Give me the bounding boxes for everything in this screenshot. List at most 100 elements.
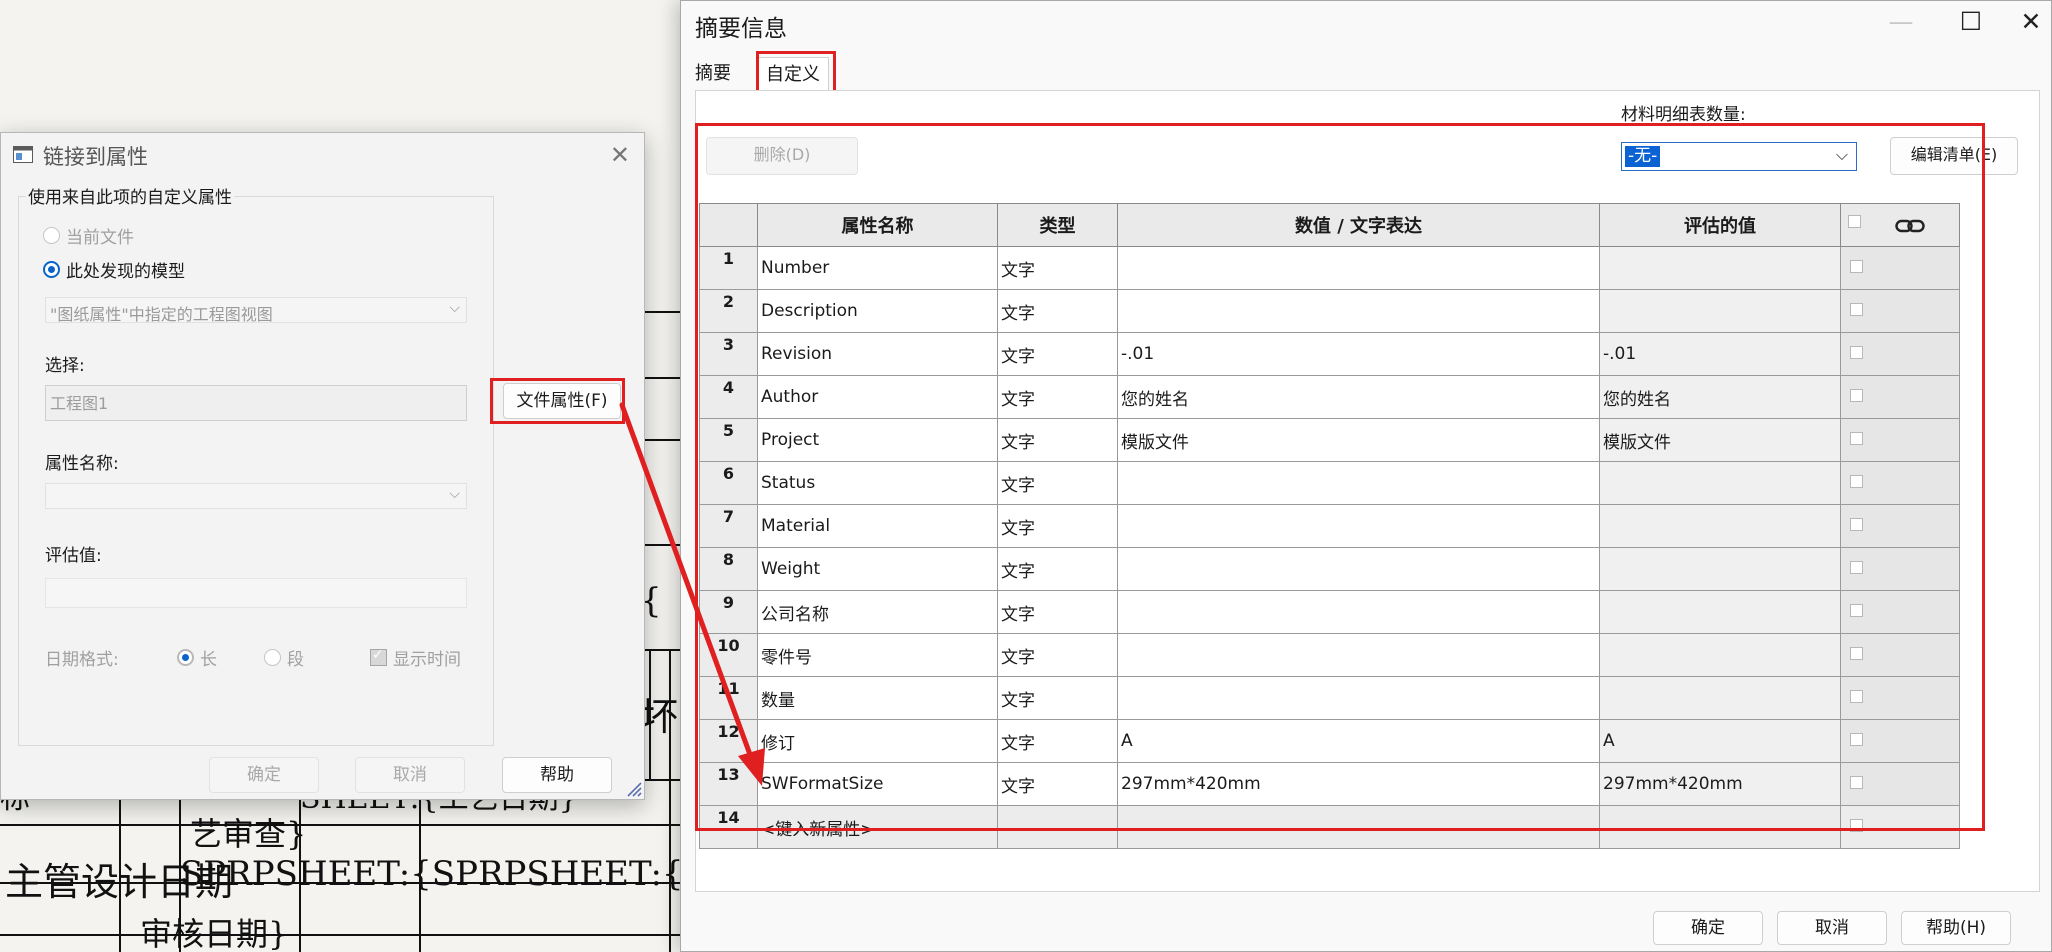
radio-button-selected[interactable]: [177, 649, 194, 666]
link-checkbox[interactable]: [1850, 303, 1863, 316]
link-checkbox-cell[interactable]: [1840, 418, 1960, 462]
property-name-cell[interactable]: Author: [757, 375, 998, 419]
radio-date-short[interactable]: 段: [264, 645, 304, 670]
property-value-cell[interactable]: -.01: [1117, 332, 1600, 376]
property-name-cell[interactable]: 修订: [757, 719, 998, 763]
radio-current-file[interactable]: 当前文件: [43, 223, 134, 248]
property-type-cell[interactable]: 文字: [997, 762, 1118, 806]
property-value-cell[interactable]: 297mm*420mm: [1117, 762, 1600, 806]
property-value-cell[interactable]: [1117, 246, 1600, 290]
column-header-name[interactable]: 属性名称: [757, 203, 998, 247]
column-header-type[interactable]: 类型: [997, 203, 1118, 247]
property-type-cell[interactable]: [997, 805, 1118, 849]
property-type-cell[interactable]: 文字: [997, 289, 1118, 333]
property-value-cell[interactable]: [1117, 633, 1600, 677]
property-type-cell[interactable]: 文字: [997, 633, 1118, 677]
link-checkbox[interactable]: [1850, 389, 1863, 402]
link-checkbox[interactable]: [1850, 604, 1863, 617]
link-checkbox[interactable]: [1850, 819, 1863, 832]
link-checkbox[interactable]: [1850, 733, 1863, 746]
table-row[interactable]: 4 Author 文字 您的姓名 您的姓名: [699, 375, 1960, 419]
link-checkbox-cell[interactable]: [1840, 332, 1960, 376]
link-checkbox[interactable]: [1850, 432, 1863, 445]
maximize-icon[interactable]: ☐: [1951, 7, 1991, 36]
link-checkbox-cell[interactable]: [1840, 375, 1960, 419]
close-icon[interactable]: ✕: [2011, 7, 2051, 36]
table-row[interactable]: 5 Project 文字 模版文件 模版文件: [699, 418, 1960, 462]
link-checkbox-cell[interactable]: [1840, 805, 1960, 849]
link-checkbox[interactable]: [1850, 518, 1863, 531]
property-value-cell[interactable]: [1117, 805, 1600, 849]
property-name-cell[interactable]: Status: [757, 461, 998, 505]
property-type-cell[interactable]: 文字: [997, 332, 1118, 376]
property-value-cell[interactable]: 您的姓名: [1117, 375, 1600, 419]
property-value-cell[interactable]: [1117, 461, 1600, 505]
property-name-cell[interactable]: 数量: [757, 676, 998, 720]
column-header-evaluated[interactable]: 评估的值: [1599, 203, 1841, 247]
close-icon[interactable]: ✕: [610, 141, 630, 169]
radio-date-long[interactable]: 长: [177, 645, 217, 670]
table-row[interactable]: 7 Material 文字: [699, 504, 1960, 548]
radio-button[interactable]: [264, 649, 281, 666]
property-name-cell[interactable]: Material: [757, 504, 998, 548]
property-type-cell[interactable]: 文字: [997, 590, 1118, 634]
property-value-cell[interactable]: [1117, 676, 1600, 720]
property-name-cell[interactable]: Revision: [757, 332, 998, 376]
link-checkbox-cell[interactable]: [1840, 504, 1960, 548]
link-checkbox[interactable]: [1850, 776, 1863, 789]
property-type-cell[interactable]: 文字: [997, 504, 1118, 548]
property-type-cell[interactable]: 文字: [997, 246, 1118, 290]
tab-summary[interactable]: 摘要: [687, 57, 739, 91]
property-value-cell[interactable]: [1117, 547, 1600, 591]
link-checkbox-cell[interactable]: [1840, 719, 1960, 763]
summary-cancel-button[interactable]: 取消: [1777, 911, 1887, 945]
link-dialog-titlebar[interactable]: 链接到属性 ✕: [1, 133, 644, 177]
property-type-cell[interactable]: 文字: [997, 676, 1118, 720]
summary-ok-button[interactable]: 确定: [1653, 911, 1763, 945]
table-row[interactable]: 2 Description 文字: [699, 289, 1960, 333]
link-checkbox-cell[interactable]: [1840, 547, 1960, 591]
summary-help-button[interactable]: 帮助(H): [1901, 911, 2011, 945]
tab-custom[interactable]: 自定义: [757, 57, 829, 92]
property-value-cell[interactable]: [1117, 590, 1600, 634]
radio-button-selected[interactable]: [43, 261, 60, 278]
table-row[interactable]: 11 数量 文字: [699, 676, 1960, 720]
table-row[interactable]: 1 Number 文字: [699, 246, 1960, 290]
link-checkbox-cell[interactable]: [1840, 633, 1960, 677]
property-type-cell[interactable]: 文字: [997, 719, 1118, 763]
table-row[interactable]: 13 SWFormatSize 文字 297mm*420mm 297mm*420mm: [699, 762, 1960, 806]
table-row[interactable]: 3 Revision 文字 -.01 -.01: [699, 332, 1960, 376]
bom-quantity-combo[interactable]: -无- ⌵: [1621, 142, 1857, 171]
property-type-cell[interactable]: 文字: [997, 547, 1118, 591]
property-name-cell[interactable]: Weight: [757, 547, 998, 591]
link-checkbox-cell[interactable]: [1840, 461, 1960, 505]
show-time-checkbox[interactable]: 显示时间: [370, 645, 461, 670]
property-name-cell[interactable]: 零件号: [757, 633, 998, 677]
link-checkbox[interactable]: [1850, 561, 1863, 574]
link-checkbox[interactable]: [1850, 475, 1863, 488]
column-header-link[interactable]: [1840, 203, 1960, 247]
property-name-combo[interactable]: ⌵: [45, 483, 467, 509]
link-help-button[interactable]: 帮助: [502, 757, 612, 793]
link-checkbox[interactable]: [1850, 260, 1863, 273]
property-name-cell[interactable]: Description: [757, 289, 998, 333]
select-all-checkbox[interactable]: [1848, 214, 1861, 228]
table-row[interactable]: 12 修订 文字 A A: [699, 719, 1960, 763]
link-checkbox-cell[interactable]: [1840, 762, 1960, 806]
link-checkbox-cell[interactable]: [1840, 246, 1960, 290]
property-type-cell[interactable]: 文字: [997, 418, 1118, 462]
edit-list-button[interactable]: 编辑清单(E): [1890, 137, 2018, 175]
file-properties-button[interactable]: 文件属性(F): [503, 383, 621, 419]
property-name-cell[interactable]: Number: [757, 246, 998, 290]
table-row[interactable]: 10 零件号 文字: [699, 633, 1960, 677]
property-type-cell[interactable]: 文字: [997, 461, 1118, 505]
property-value-cell[interactable]: [1117, 289, 1600, 333]
link-ok-button[interactable]: 确定: [209, 757, 319, 793]
radio-model-found-here[interactable]: 此处发现的模型: [43, 257, 185, 282]
property-value-cell[interactable]: [1117, 504, 1600, 548]
minimize-icon[interactable]: —: [1881, 7, 1921, 36]
resize-grip-icon[interactable]: [624, 779, 642, 797]
delete-button[interactable]: 删除(D): [706, 137, 858, 175]
property-name-cell[interactable]: SWFormatSize: [757, 762, 998, 806]
table-row[interactable]: 6 Status 文字: [699, 461, 1960, 505]
